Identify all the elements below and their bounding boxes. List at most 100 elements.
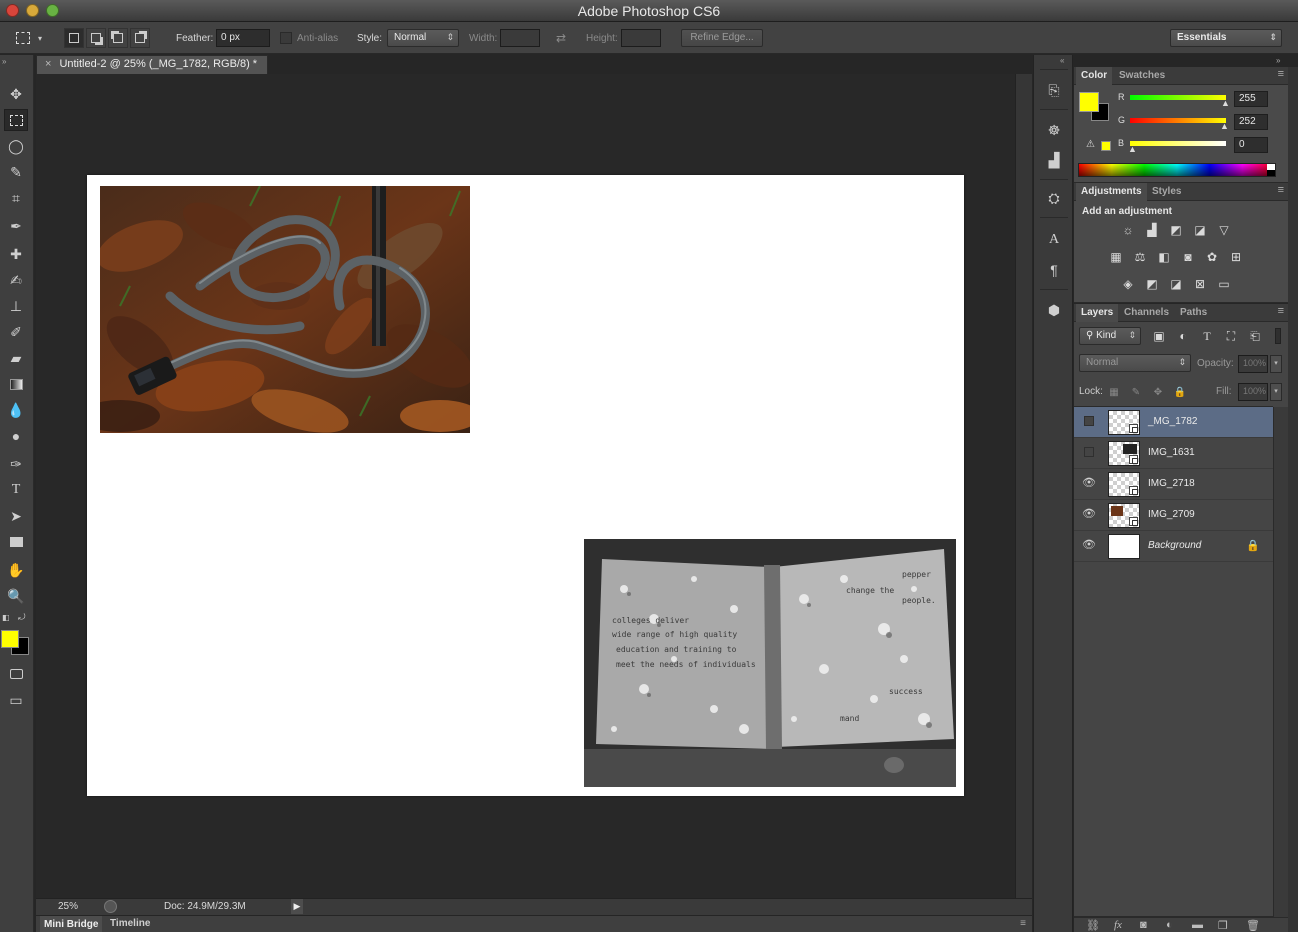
eye-icon[interactable]: 👁 bbox=[1082, 476, 1096, 490]
rectangle-shape-tool-icon[interactable] bbox=[4, 531, 28, 553]
width-input[interactable] bbox=[500, 29, 540, 47]
red-slider[interactable] bbox=[1130, 95, 1226, 100]
tab-timeline[interactable]: Timeline bbox=[110, 918, 150, 929]
gradient-map-icon[interactable]: ▭ bbox=[1215, 276, 1233, 292]
link-layers-icon[interactable]: ⛓ bbox=[1086, 919, 1100, 932]
color-ramp[interactable] bbox=[1078, 163, 1276, 177]
crop-tool-icon[interactable]: ⌗ bbox=[4, 187, 28, 209]
layer-row[interactable]: _MG_1782 bbox=[1074, 407, 1273, 438]
layer-row[interactable]: 👁 IMG_2709 bbox=[1074, 500, 1273, 531]
add-to-selection-button[interactable] bbox=[86, 28, 106, 48]
screen-mode-icon[interactable]: ▭ bbox=[4, 689, 28, 711]
tab-styles[interactable]: Styles bbox=[1147, 183, 1186, 201]
tab-adjustments[interactable]: Adjustments bbox=[1076, 183, 1147, 201]
refine-edge-button[interactable]: Refine Edge... bbox=[681, 29, 763, 47]
marquee-preset-picker[interactable]: ▾ bbox=[16, 22, 42, 54]
color-lookup-icon[interactable]: ⊞ bbox=[1227, 249, 1245, 265]
dodge-tool-icon[interactable]: ● bbox=[4, 425, 28, 447]
subtract-from-selection-button[interactable] bbox=[108, 28, 128, 48]
anti-alias-checkbox[interactable] bbox=[280, 32, 292, 44]
chevron-down-icon[interactable]: ▾ bbox=[1270, 355, 1282, 373]
lock-all-icon[interactable]: 🔒 bbox=[1171, 384, 1189, 400]
brush-tool-icon[interactable]: ✍ bbox=[4, 269, 28, 291]
hand-tool-icon[interactable]: ✋ bbox=[4, 559, 28, 581]
green-slider[interactable] bbox=[1130, 118, 1226, 123]
selective-color-icon[interactable]: ⊠ bbox=[1191, 276, 1209, 292]
blue-slider[interactable] bbox=[1130, 141, 1226, 146]
default-colors-icon[interactable]: ◧ bbox=[2, 613, 10, 622]
swap-width-height-icon[interactable]: ⇄ bbox=[556, 22, 566, 54]
rect-marquee-tool-icon[interactable] bbox=[4, 109, 28, 131]
foreground-color-swatch[interactable] bbox=[1, 630, 19, 648]
posterize-icon[interactable]: ◩ bbox=[1143, 276, 1161, 292]
eyedropper-tool-icon[interactable]: ✒ bbox=[4, 215, 28, 237]
swap-colors-icon[interactable]: ⤾ bbox=[18, 612, 26, 623]
eye-icon[interactable]: 👁 bbox=[1082, 507, 1096, 521]
lasso-tool-icon[interactable]: ◯ bbox=[4, 135, 28, 157]
collapse-panels-icon[interactable]: » bbox=[1276, 56, 1280, 65]
filter-pixel-icon[interactable]: ▣ bbox=[1150, 328, 1168, 344]
pen-tool-icon[interactable]: ✑ bbox=[4, 453, 28, 475]
tab-channels[interactable]: Channels bbox=[1119, 304, 1174, 322]
style-select[interactable]: Normal bbox=[387, 29, 459, 47]
filter-adjustment-icon[interactable]: ◐ bbox=[1174, 328, 1192, 344]
layer-thumbnail[interactable] bbox=[1108, 472, 1140, 497]
opacity-input[interactable]: 100% bbox=[1238, 355, 1268, 373]
tab-color[interactable]: Color bbox=[1076, 67, 1113, 85]
chevron-down-icon[interactable]: ▾ bbox=[1270, 383, 1282, 401]
gamut-color-chip[interactable] bbox=[1101, 141, 1111, 151]
tab-paths[interactable]: Paths bbox=[1175, 304, 1212, 322]
new-adjustment-layer-icon[interactable]: ◐ bbox=[1166, 919, 1173, 931]
tab-mini-bridge[interactable]: Mini Bridge bbox=[40, 916, 103, 932]
fill-input[interactable]: 100% bbox=[1238, 383, 1268, 401]
layer-row[interactable]: IMG_1631 bbox=[1074, 438, 1273, 469]
character-panel-icon[interactable]: A bbox=[1043, 229, 1065, 251]
delete-layer-icon[interactable]: 🗑 bbox=[1246, 919, 1260, 932]
curves-icon[interactable]: ◩ bbox=[1167, 222, 1185, 238]
lock-position-icon[interactable]: ✥ bbox=[1149, 384, 1167, 400]
eraser-tool-icon[interactable]: ▰ bbox=[4, 347, 28, 369]
color-balance-icon[interactable]: ⚖ bbox=[1131, 249, 1149, 265]
workspace-select[interactable]: Essentials bbox=[1170, 29, 1282, 47]
green-value-input[interactable]: 252 bbox=[1234, 114, 1268, 130]
feather-input[interactable]: 0 px bbox=[216, 29, 270, 47]
out-of-gamut-warning-icon[interactable]: ⚠ bbox=[1086, 139, 1095, 150]
intersect-selection-button[interactable] bbox=[130, 28, 150, 48]
tab-layers[interactable]: Layers bbox=[1076, 304, 1119, 322]
document-tab[interactable]: × Untitled-2 @ 25% (_MG_1782, RGB/8) * bbox=[36, 55, 268, 74]
eye-icon[interactable]: 👁 bbox=[1082, 538, 1096, 552]
move-tool-icon[interactable]: ✥ bbox=[4, 83, 28, 105]
hue-saturation-icon[interactable]: ▦ bbox=[1107, 249, 1125, 265]
close-tab-icon[interactable]: × bbox=[45, 58, 51, 70]
spot-healing-tool-icon[interactable]: ✚ bbox=[4, 243, 28, 265]
layer-row[interactable]: 👁 Background 🔒 bbox=[1074, 531, 1273, 562]
new-group-icon[interactable]: ▬ bbox=[1192, 919, 1203, 931]
clone-stamp-tool-icon[interactable]: ⊥ bbox=[4, 295, 28, 317]
filter-smart-object-icon[interactable]: ⎗ bbox=[1246, 328, 1264, 344]
collapse-strip-icon[interactable]: « bbox=[1060, 56, 1064, 65]
channel-mixer-icon[interactable]: ✿ bbox=[1203, 249, 1221, 265]
layer-visibility-toggle[interactable] bbox=[1084, 447, 1094, 457]
height-input[interactable] bbox=[621, 29, 661, 47]
layer-name[interactable]: Background bbox=[1148, 540, 1201, 551]
filter-kind-select[interactable]: ⚲ Kind bbox=[1079, 327, 1141, 345]
quick-mask-icon[interactable] bbox=[4, 663, 28, 685]
invert-icon[interactable]: ◈ bbox=[1119, 276, 1137, 292]
add-mask-icon[interactable]: ◙ bbox=[1140, 919, 1147, 931]
layers-scrollbar[interactable] bbox=[1273, 407, 1288, 917]
red-value-input[interactable]: 255 bbox=[1234, 91, 1268, 107]
filter-toggle[interactable] bbox=[1275, 328, 1281, 344]
panel-menu-icon[interactable]: ≡ bbox=[1278, 184, 1284, 196]
add-layer-style-icon[interactable]: fx bbox=[1114, 919, 1122, 931]
layer-name[interactable]: IMG_1631 bbox=[1148, 447, 1195, 458]
expand-toolbar-icon[interactable]: » bbox=[2, 57, 6, 66]
slider-thumb-icon[interactable]: ▲ bbox=[1128, 144, 1137, 154]
layer-thumbnail[interactable] bbox=[1108, 503, 1140, 528]
panel-menu-icon[interactable]: ≡ bbox=[1020, 918, 1026, 929]
layer-name[interactable]: IMG_2709 bbox=[1148, 509, 1195, 520]
history-panel-icon[interactable]: ⎘ bbox=[1043, 79, 1065, 101]
layer-image-book-sculpture[interactable]: pepper change the people. colleges deliv… bbox=[584, 539, 956, 787]
panel-menu-icon[interactable]: ≡ bbox=[1278, 68, 1284, 80]
black-white-icon[interactable]: ◧ bbox=[1155, 249, 1173, 265]
status-menu-arrow-icon[interactable]: ▶ bbox=[291, 899, 303, 914]
